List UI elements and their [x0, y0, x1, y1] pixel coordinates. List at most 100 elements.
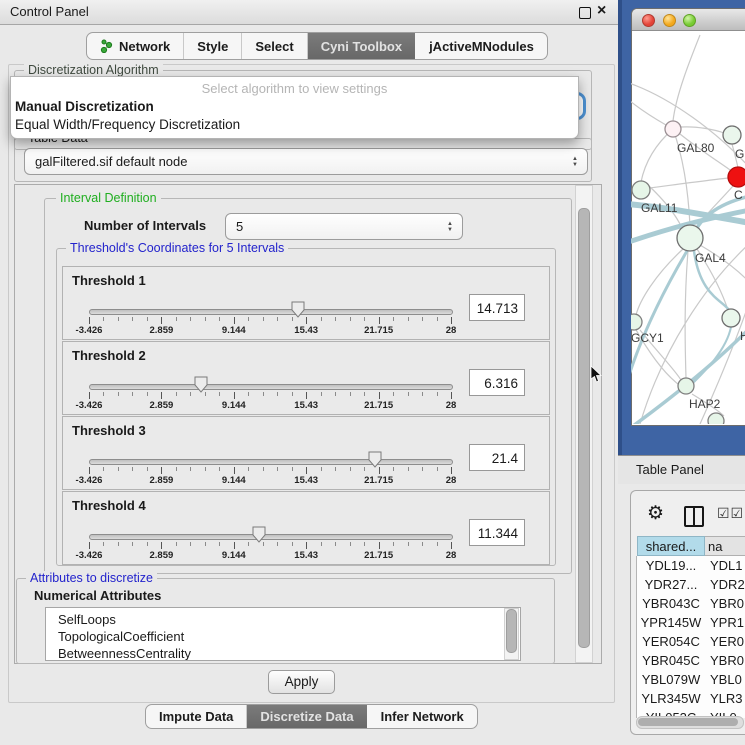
threshold-slider-thumb[interactable]: [194, 376, 208, 393]
zoom-traffic-light-icon[interactable]: [683, 14, 696, 27]
apply-button[interactable]: Apply: [268, 670, 335, 694]
tick-mark: [306, 467, 307, 474]
attributes-scrollbar-thumb[interactable]: [506, 609, 517, 653]
minimize-traffic-light-icon[interactable]: [663, 14, 676, 27]
threshold-slider-track[interactable]: [89, 384, 453, 390]
stepper-icon[interactable]: ▲▼: [442, 221, 462, 233]
close-traffic-light-icon[interactable]: [642, 14, 655, 27]
panel-title: Control Panel: [10, 4, 89, 19]
attribute-item-betweennesscentrality[interactable]: BetweennessCentrality: [46, 645, 520, 661]
tab-jactivemnodules[interactable]: jActiveMNodules: [415, 33, 547, 59]
tick-mark: [176, 392, 177, 396]
tick-mark: [350, 392, 351, 396]
table-data-combobox[interactable]: galFiltered.sif default node ▲▼: [24, 148, 588, 175]
table-row[interactable]: YBR043CYBR0: [637, 594, 745, 613]
cell-name: YLR3: [705, 689, 743, 708]
tab-style[interactable]: Style: [183, 33, 241, 59]
table-row[interactable]: YBL079WYBL0: [637, 670, 745, 689]
threshold-slider-thumb[interactable]: [291, 301, 305, 318]
tick-mark: [321, 467, 322, 471]
tick-mark: [437, 467, 438, 471]
threshold-slider-track[interactable]: [89, 534, 453, 540]
tick-mark: [393, 467, 394, 471]
tab-infer-network[interactable]: Infer Network: [367, 705, 477, 728]
tick-mark: [306, 392, 307, 399]
tick-mark: [263, 542, 264, 546]
node-label-gcy1: GCY1: [631, 331, 664, 345]
table-row[interactable]: YPR145WYPR1: [637, 613, 745, 632]
stepper-icon[interactable]: ▲▼: [567, 156, 587, 168]
table-row[interactable]: YLR345WYLR3: [637, 689, 745, 708]
column-header-name[interactable]: na: [705, 536, 745, 556]
threshold-row: Threshold 3 -3.4262.8599.14415.4321.7152…: [62, 416, 550, 490]
network-node-gal4[interactable]: [677, 225, 703, 251]
network-node[interactable]: [708, 413, 724, 424]
popup-item-equal-width-frequency[interactable]: Equal Width/Frequency Discretization: [11, 117, 578, 132]
tick-label: 21.715: [364, 550, 393, 561]
table-row[interactable]: YDR27...YDR2: [637, 575, 745, 594]
threshold-slider-track[interactable]: [89, 459, 453, 465]
network-node-gcy1[interactable]: [631, 314, 642, 330]
attribute-item-topologicalcoefficient[interactable]: TopologicalCoefficient: [46, 628, 520, 645]
tab-select[interactable]: Select: [241, 33, 306, 59]
tick-mark: [451, 317, 452, 324]
threshold-value-field[interactable]: 14.713: [469, 294, 525, 321]
tick-mark: [161, 317, 162, 324]
network-node-h[interactable]: [722, 309, 740, 327]
numerical-attributes-list[interactable]: SelfLoopsTopologicalCoefficientBetweenne…: [45, 607, 521, 661]
tick-mark: [219, 467, 220, 471]
tab-impute-data[interactable]: Impute Data: [146, 705, 246, 728]
network-window-titlebar[interactable]: [632, 9, 745, 31]
node-label-gal4: GAL4: [695, 251, 726, 265]
threshold-slider-thumb[interactable]: [252, 526, 266, 543]
tick-mark: [248, 392, 249, 396]
slider-tick-labels: -3.4262.8599.14415.4321.71528: [89, 475, 451, 486]
cell-shared-name: YER054C: [637, 632, 705, 651]
number-of-intervals-combobox[interactable]: 5 ▲▼: [225, 213, 463, 240]
column-header-shared-name[interactable]: shared...: [637, 536, 705, 556]
threshold-slider-track[interactable]: [89, 309, 453, 315]
attribute-item-selfloops[interactable]: SelfLoops: [46, 611, 520, 628]
threshold-value-field[interactable]: 6.316: [469, 369, 525, 396]
threshold-value-field[interactable]: 21.4: [469, 444, 525, 471]
tick-label: 15.43: [294, 475, 318, 486]
network-node-gal80[interactable]: [665, 121, 681, 137]
main-scrollbar-thumb[interactable]: [578, 208, 590, 648]
table-row[interactable]: YER054CYER0: [637, 632, 745, 651]
tick-mark: [292, 467, 293, 471]
float-panel-icon[interactable]: [579, 7, 591, 19]
network-node-c[interactable]: [728, 167, 745, 187]
network-canvas[interactable]: GAL80GCGAL11GAL4GCY1HHAP2: [631, 29, 745, 424]
close-icon[interactable]: ×: [597, 2, 606, 20]
tick-mark: [422, 467, 423, 471]
slider-ticks: [89, 317, 451, 325]
tick-mark: [132, 392, 133, 396]
tab-cyni-toolbox[interactable]: Cyni Toolbox: [307, 33, 415, 59]
node-label-gal11: GAL11: [641, 201, 678, 215]
node-table-body[interactable]: YDL19...YDL1YDR27...YDR2YBR043CYBR0YPR14…: [636, 556, 745, 718]
tick-mark: [422, 317, 423, 321]
network-node-g[interactable]: [723, 126, 741, 144]
tab-discretize-data[interactable]: Discretize Data: [246, 705, 366, 728]
slider-ticks: [89, 542, 451, 550]
tick-label: 9.144: [222, 550, 246, 561]
popup-item-manual-discretization[interactable]: Manual Discretization: [11, 99, 578, 114]
table-row[interactable]: YBR045CYBR0: [637, 651, 745, 670]
split-columns-icon[interactable]: [684, 506, 704, 527]
tick-mark: [277, 317, 278, 321]
node-label-c: C: [734, 188, 743, 202]
tick-mark: [422, 392, 423, 396]
checkbox-icons[interactable]: ☑☑: [717, 505, 744, 522]
tick-mark: [292, 392, 293, 396]
threshold-slider-thumb[interactable]: [368, 451, 382, 468]
table-hscrollbar-thumb[interactable]: [638, 718, 738, 726]
tab-network[interactable]: Network: [87, 33, 183, 59]
tick-mark: [248, 542, 249, 546]
network-node-gal11[interactable]: [632, 181, 650, 199]
threshold-value-field[interactable]: 11.344: [469, 519, 525, 546]
table-row[interactable]: YDL19...YDL1: [637, 556, 745, 575]
tick-mark: [364, 467, 365, 471]
gear-icon[interactable]: ⚙: [647, 502, 664, 525]
network-node-hap2[interactable]: [678, 378, 694, 394]
tab-label: Cyni Toolbox: [321, 39, 402, 54]
